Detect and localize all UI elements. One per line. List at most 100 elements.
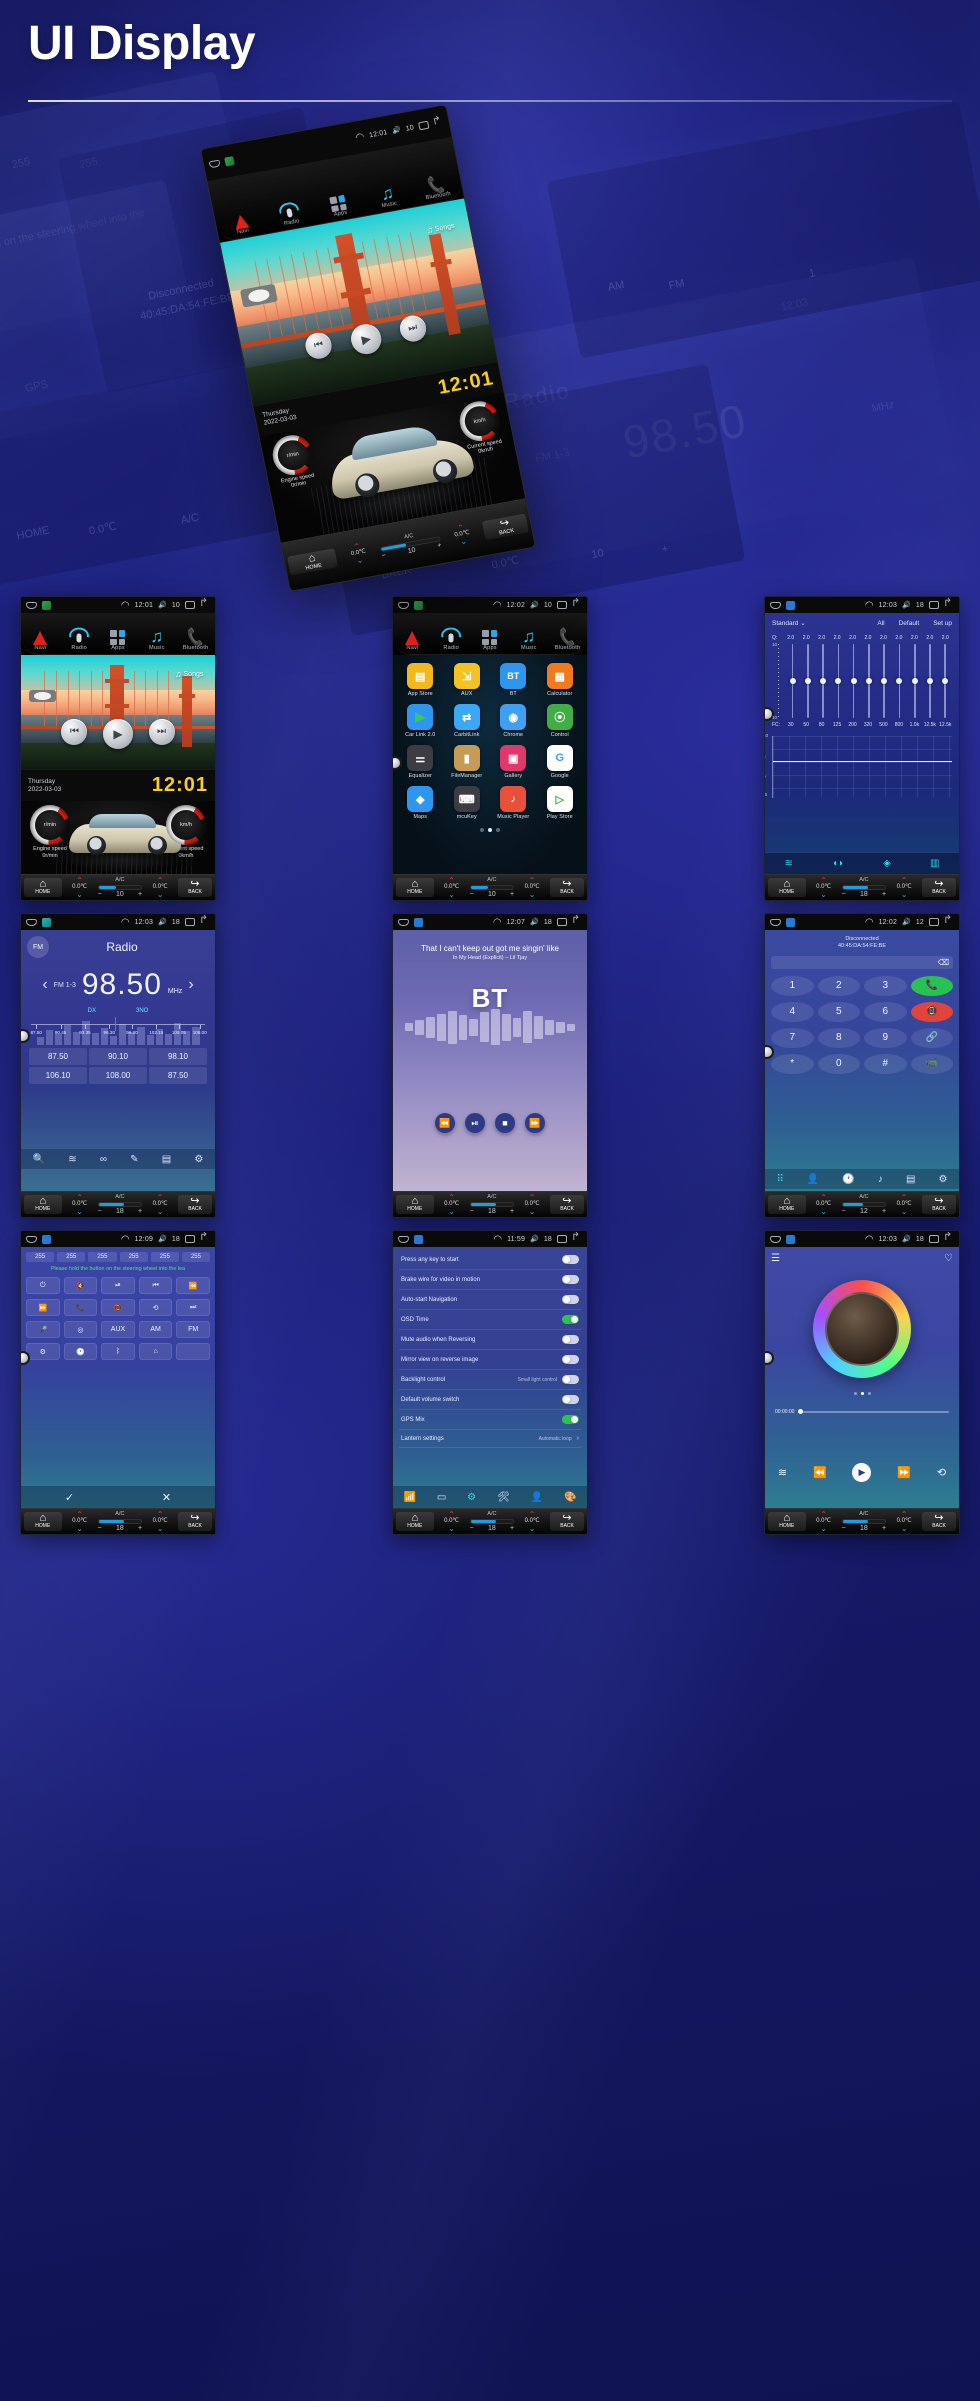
video-off-button[interactable]: 📹 — [910, 1053, 953, 1074]
setting-row[interactable]: Auto-start Navigation — [399, 1290, 581, 1310]
nav-item-navi[interactable]: Navi — [393, 631, 432, 654]
fan-minus-button[interactable]: − — [470, 1208, 474, 1215]
band-badge[interactable]: FM — [27, 936, 49, 958]
recents-icon[interactable] — [185, 601, 195, 609]
temp-right-control[interactable]: ⌃ 0.0℃ ⌄ — [145, 1510, 175, 1532]
recents-icon[interactable] — [185, 918, 195, 926]
app-tile[interactable]: ▦ Calculator — [539, 663, 582, 697]
back-button[interactable]: ↩ BACK — [922, 1195, 956, 1214]
home-tile-icon[interactable] — [770, 601, 781, 609]
eq-slider[interactable] — [832, 644, 845, 718]
settings-icon[interactable]: ⚙ — [938, 1174, 947, 1185]
bluetooth-button[interactable]: ᛒ — [101, 1343, 135, 1360]
back-icon[interactable] — [944, 918, 954, 926]
settings-button[interactable]: ⚙ — [26, 1343, 60, 1360]
app-tile[interactable]: BT BT — [492, 663, 535, 697]
app-shortcut-icon[interactable] — [786, 917, 795, 927]
temp-left-control[interactable]: ⌃ 0.0℃ ⌄ — [437, 1510, 467, 1532]
thumb-settings[interactable]: 11:59 18 Press any key to start Brake wi… — [392, 1230, 588, 1535]
back-button[interactable]: ↩ BACK — [178, 878, 212, 897]
seek-button[interactable]: ⟲ — [138, 1299, 173, 1316]
settings-gear-icon[interactable]: ⚙ — [467, 1492, 476, 1503]
home-button[interactable]: ⌂ HOME — [24, 1512, 62, 1531]
recents-icon[interactable] — [557, 918, 567, 926]
temp-right-control[interactable]: ⌃ 0.0℃ ⌄ — [889, 1193, 919, 1215]
back-button[interactable]: ↩ BACK — [550, 878, 584, 897]
chevron-right-icon[interactable]: › — [577, 1435, 579, 1442]
key-7[interactable]: 7 — [771, 1027, 814, 1048]
preset-button[interactable]: 108.00 — [89, 1067, 147, 1084]
play-button[interactable]: ▶ — [103, 718, 133, 749]
home-tile-icon[interactable] — [208, 159, 221, 169]
back-icon[interactable] — [200, 601, 210, 609]
app-tile[interactable]: ⌨ mcuKey — [446, 786, 489, 820]
recents-icon[interactable] — [185, 1235, 195, 1243]
home-tile-icon[interactable] — [770, 918, 781, 926]
equalizer-bars-icon[interactable]: ≋ — [785, 858, 793, 869]
app-tile[interactable]: ▮ FileManager — [446, 745, 489, 779]
setting-row[interactable]: Backlight control Small light control — [399, 1370, 581, 1390]
fan-plus-button[interactable]: + — [510, 1208, 514, 1215]
eq-slider[interactable] — [893, 644, 906, 718]
back-icon[interactable] — [200, 1235, 210, 1243]
eq-slider[interactable] — [923, 644, 936, 718]
eq-slider[interactable] — [939, 644, 952, 718]
home-tile-icon[interactable] — [398, 918, 409, 926]
preset-dropdown[interactable]: Standard ⌄ — [772, 619, 806, 627]
temp-right-control[interactable]: ⌃ 0.0℃ ⌄ — [889, 1510, 919, 1532]
prev-track-button[interactable]: ⏮ — [138, 1277, 173, 1294]
back-button[interactable]: ↩ BACK — [922, 878, 956, 897]
app-tile[interactable]: G Google — [539, 745, 582, 779]
temp-left-control[interactable]: ⌃ 0.0℃ ⌄ — [437, 876, 467, 898]
fan-minus-button[interactable]: − — [470, 891, 474, 898]
page-dot[interactable] — [853, 1392, 857, 1395]
toggle-switch-on[interactable] — [562, 1415, 579, 1424]
back-icon[interactable] — [944, 1235, 954, 1243]
key-9[interactable]: 9 — [864, 1027, 907, 1048]
app-tile[interactable]: ◉ Chrome — [492, 704, 535, 738]
spectrum-icon[interactable]: ▥ — [930, 858, 939, 869]
tuning-scale[interactable]: 87.50 90.45 93.35 96.30 99.20 102.15 105… — [30, 1017, 207, 1040]
key-0[interactable]: 0 — [817, 1053, 860, 1074]
recents-icon[interactable] — [418, 120, 430, 131]
side-indicator-dot[interactable] — [21, 1029, 30, 1044]
home-button[interactable]: ⌂ HOME — [768, 878, 806, 897]
temp-right-control[interactable]: ⌃ 0.0℃ ⌄ — [517, 1510, 547, 1532]
recents-icon[interactable] — [557, 1235, 567, 1243]
nav-item-apps[interactable]: Apps — [99, 630, 138, 654]
nav-item-bluetooth[interactable]: 📞 Bluetooth — [548, 628, 587, 654]
thumb-phone-dialer[interactable]: 12:02 12 Disconnected 40:45:DA:54:FE:BE … — [764, 913, 960, 1218]
fan-minus-button[interactable]: − — [98, 1208, 102, 1215]
fan-plus-button[interactable]: + — [510, 891, 514, 898]
progress-bar[interactable] — [798, 1409, 949, 1414]
user-icon[interactable]: 👤 — [531, 1492, 543, 1503]
loop-icon[interactable]: ⟲ — [937, 1466, 946, 1479]
home-button[interactable]: ⌂ HOME — [396, 1512, 434, 1531]
nav-item-navi[interactable]: Navi — [21, 631, 60, 654]
play-pause-button[interactable]: ⏯ — [465, 1113, 485, 1133]
preset-button[interactable]: 106.10 — [29, 1067, 87, 1084]
play-pause-button[interactable]: ⏯ — [101, 1277, 135, 1294]
band-icon[interactable]: ≋ — [68, 1154, 76, 1165]
ac-label[interactable]: A/C — [842, 1194, 886, 1200]
playlist-icon[interactable]: ☰ — [771, 1253, 780, 1264]
thumb-app-launcher[interactable]: 12:02 10 Navi Radio Apps ♫Music 📞Bluetoo… — [392, 596, 588, 901]
home-button[interactable]: ⌂ HOME — [396, 878, 434, 897]
fan-plus-button[interactable]: + — [882, 891, 886, 898]
phone-button[interactable]: 📞 — [63, 1299, 98, 1316]
stop-button[interactable]: ■ — [495, 1113, 515, 1133]
check-icon[interactable]: ✓ — [65, 1491, 74, 1504]
temp-left-control[interactable]: ⌃ 0.0℃ ⌄ — [65, 1510, 95, 1532]
back-icon[interactable] — [572, 601, 582, 609]
page-dot[interactable] — [480, 828, 484, 833]
heart-icon[interactable]: ♡ — [944, 1253, 953, 1264]
home-tile-icon[interactable] — [26, 1235, 37, 1243]
next-track-button[interactable]: ⏩ — [897, 1466, 911, 1479]
fan-slider[interactable] — [841, 1519, 887, 1524]
dial-input[interactable]: ⌫ — [771, 955, 953, 969]
app-tile[interactable]: ▶ Car Link 2.0 — [399, 704, 442, 738]
back-button[interactable]: ↩ BACK — [482, 513, 529, 541]
temp-right-control[interactable]: ⌃ 0.0℃ ⌄ — [145, 1193, 175, 1215]
prev-track-button[interactable]: ⏪ — [813, 1466, 827, 1479]
temp-left-control[interactable]: ⌃ 0.0℃ ⌄ — [337, 540, 379, 568]
